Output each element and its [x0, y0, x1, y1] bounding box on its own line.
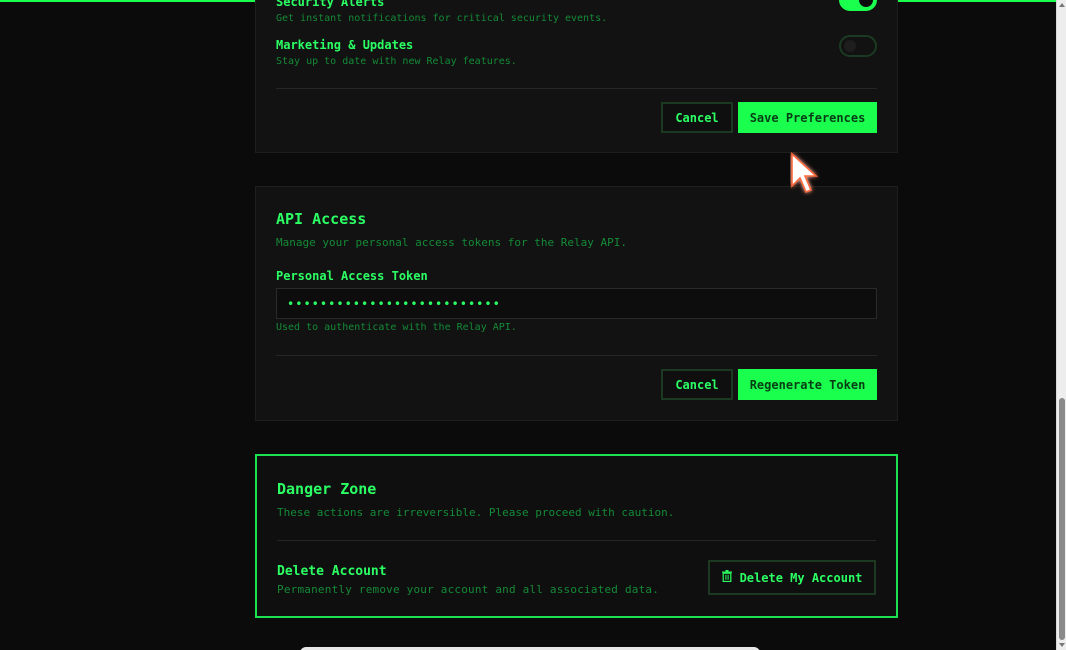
- cancel-token-button[interactable]: Cancel: [661, 369, 733, 400]
- regenerate-token-button[interactable]: Regenerate Token: [738, 369, 877, 400]
- scroll-up-arrow-icon[interactable]: [1059, 3, 1065, 7]
- delete-account-description: Permanently remove your account and all …: [277, 583, 660, 596]
- scrollbar-thumb[interactable]: [1059, 398, 1065, 640]
- divider: [276, 88, 877, 89]
- cancel-preferences-button[interactable]: Cancel: [661, 102, 733, 133]
- pref-marketing-updates: Marketing & Updates Stay up to date with…: [276, 35, 877, 67]
- trash-icon: [721, 570, 732, 585]
- delete-my-account-button[interactable]: Delete My Account: [708, 560, 876, 595]
- scroll-down-arrow-icon[interactable]: [1059, 643, 1065, 647]
- api-access-subtitle: Manage your personal access tokens for t…: [276, 236, 627, 249]
- divider: [276, 355, 877, 356]
- delete-my-account-label: Delete My Account: [739, 570, 863, 585]
- save-preferences-button[interactable]: Save Preferences: [738, 102, 877, 133]
- api-access-title: API Access: [276, 210, 367, 228]
- pref-title: Marketing & Updates: [276, 38, 414, 52]
- mouse-pointer-icon: [790, 152, 820, 200]
- danger-zone-card: Danger Zone These actions are irreversib…: [255, 454, 898, 618]
- delete-account-title: Delete Account: [277, 564, 387, 579]
- notification-preferences-card: Security Alerts Get instant notification…: [255, 0, 898, 153]
- pref-description: Get instant notifications for critical s…: [276, 13, 608, 24]
- pref-description: Stay up to date with new Relay features.: [276, 56, 517, 67]
- pref-title: Security Alerts: [276, 0, 385, 9]
- token-label: Personal Access Token: [276, 269, 428, 283]
- divider: [277, 540, 876, 541]
- api-access-card: API Access Manage your personal access t…: [255, 186, 898, 421]
- token-input[interactable]: [276, 288, 877, 319]
- token-help-text: Used to authenticate with the Relay API.: [276, 322, 517, 333]
- pref-security-alerts: Security Alerts Get instant notification…: [276, 0, 877, 24]
- danger-zone-subtitle: These actions are irreversible. Please p…: [277, 506, 675, 519]
- marketing-updates-toggle[interactable]: [839, 35, 877, 57]
- danger-zone-title: Danger Zone: [277, 480, 377, 498]
- vertical-scrollbar[interactable]: [1056, 0, 1066, 650]
- security-alerts-toggle[interactable]: [839, 0, 877, 11]
